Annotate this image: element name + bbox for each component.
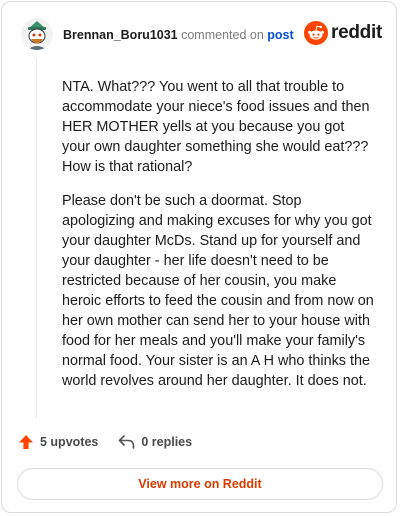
comment-paragraph: NTA. What??? You went to all that troubl… [62, 79, 370, 175]
user-avatar[interactable] [21, 18, 53, 50]
reply-arrow-icon [119, 435, 135, 449]
author-line: Brennan_Boru1031 commented on post [63, 28, 294, 42]
upvote-arrow-icon [19, 435, 33, 449]
reply-count: 0 replies [141, 435, 193, 449]
snoo-avatar-icon [21, 18, 53, 50]
upvote-button[interactable]: 5 upvotes [18, 434, 98, 450]
comment-actions: 5 upvotes 0 replies [18, 434, 212, 450]
reddit-brand[interactable]: reddit [304, 21, 382, 45]
upvote-count: 5 upvotes [40, 435, 99, 449]
comment-body: NTA. What??? You went to all that troubl… [62, 77, 374, 405]
reply-button[interactable]: 0 replies [118, 435, 192, 449]
thread-line [36, 58, 37, 418]
brand-wordmark: reddit [331, 22, 382, 43]
comment-embed-card: Brennan_Boru1031 commented on post reddi… [1, 1, 397, 513]
post-link[interactable]: post [267, 28, 293, 42]
comment-header: Brennan_Boru1031 commented on post reddi… [21, 18, 382, 52]
view-more-button[interactable]: View more on Reddit [17, 468, 383, 500]
author-name[interactable]: Brennan_Boru1031 [63, 28, 178, 42]
commented-on-text: commented on [181, 28, 264, 42]
view-more-label: View more on Reddit [138, 477, 262, 491]
reddit-logo-icon [304, 21, 329, 45]
comment-paragraph: Please don't be such a doormat. Stop apo… [62, 193, 374, 389]
